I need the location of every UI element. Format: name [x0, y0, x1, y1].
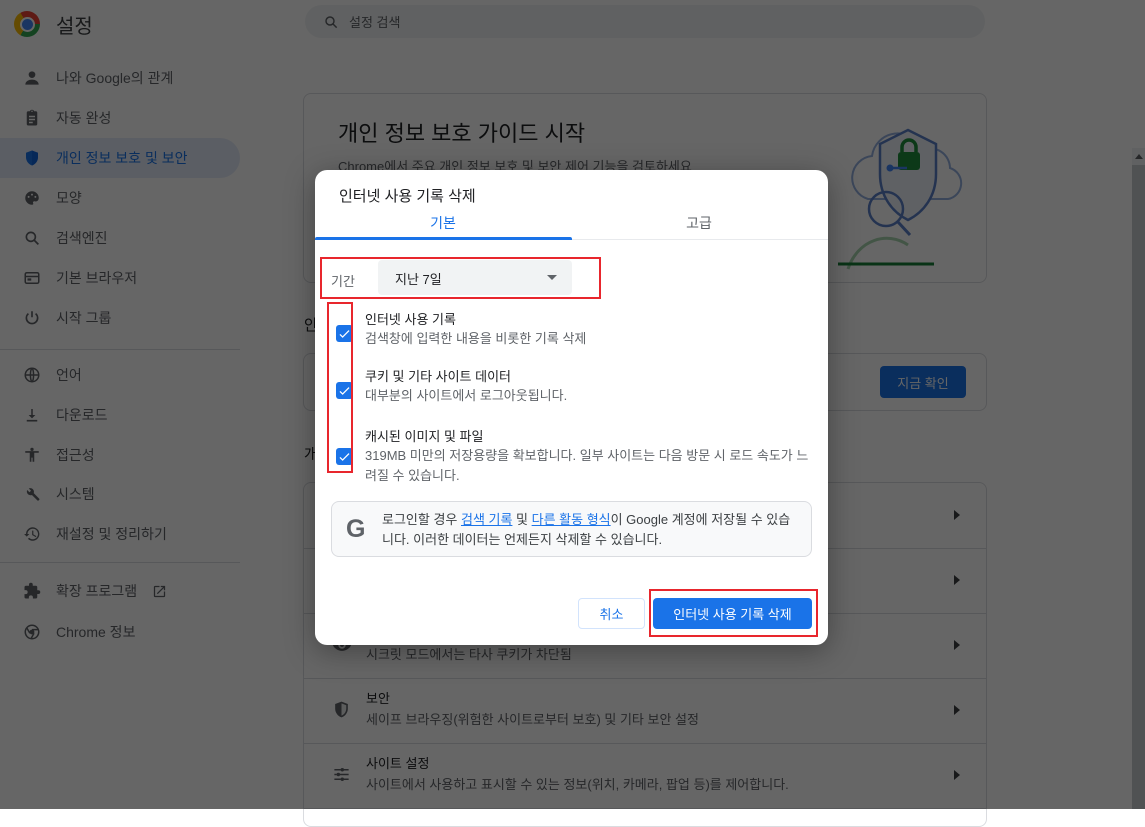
checkbox-title: 쿠키 및 기타 사이트 데이터 — [365, 366, 511, 385]
checkbox-subtitle: 검색창에 입력한 내용을 비롯한 기록 삭제 — [365, 329, 586, 349]
active-tab-underline — [315, 237, 572, 240]
checkbox-cookies[interactable] — [336, 382, 353, 399]
cancel-button[interactable]: 취소 — [578, 598, 645, 629]
clear-data-button[interactable]: 인터넷 사용 기록 삭제 — [653, 598, 812, 629]
checkbox-cached-images[interactable] — [336, 448, 353, 465]
tab-advanced[interactable]: 고급 — [571, 210, 827, 240]
other-activity-link[interactable]: 다른 활동 형식 — [532, 512, 611, 527]
time-range-select[interactable]: 지난 7일 — [378, 260, 572, 295]
chevron-down-icon — [547, 275, 557, 280]
clear-browsing-data-dialog: 인터넷 사용 기록 삭제 기본 고급 기간 지난 7일 인터넷 사용 기록 검색… — [315, 170, 828, 645]
dialog-tabs: 기본 고급 — [315, 210, 828, 240]
notice-middle: 및 — [512, 512, 531, 527]
checkbox-title: 캐시된 이미지 및 파일 — [365, 426, 483, 445]
checkbox-title: 인터넷 사용 기록 — [365, 309, 456, 328]
time-range-value: 지난 7일 — [395, 269, 442, 288]
dialog-title: 인터넷 사용 기록 삭제 — [339, 185, 476, 206]
google-account-notice: G 로그인할 경우 검색 기록 및 다른 활동 형식이 Google 계정에 저… — [331, 501, 812, 557]
notice-prefix: 로그인할 경우 — [382, 512, 461, 527]
tab-basic[interactable]: 기본 — [315, 210, 571, 240]
search-history-link[interactable]: 검색 기록 — [461, 512, 512, 527]
checkbox-subtitle: 대부분의 사이트에서 로그아웃됩니다. — [365, 386, 567, 406]
time-range-label: 기간 — [331, 271, 355, 290]
google-g-icon: G — [346, 515, 365, 544]
notice-text: 로그인할 경우 검색 기록 및 다른 활동 형식이 Google 계정에 저장될… — [382, 510, 802, 550]
checkbox-subtitle: 319MB 미만의 저장용량을 확보합니다. 일부 사이트는 다음 방문 시 로… — [365, 446, 817, 486]
checkbox-browsing-history[interactable] — [336, 325, 353, 342]
